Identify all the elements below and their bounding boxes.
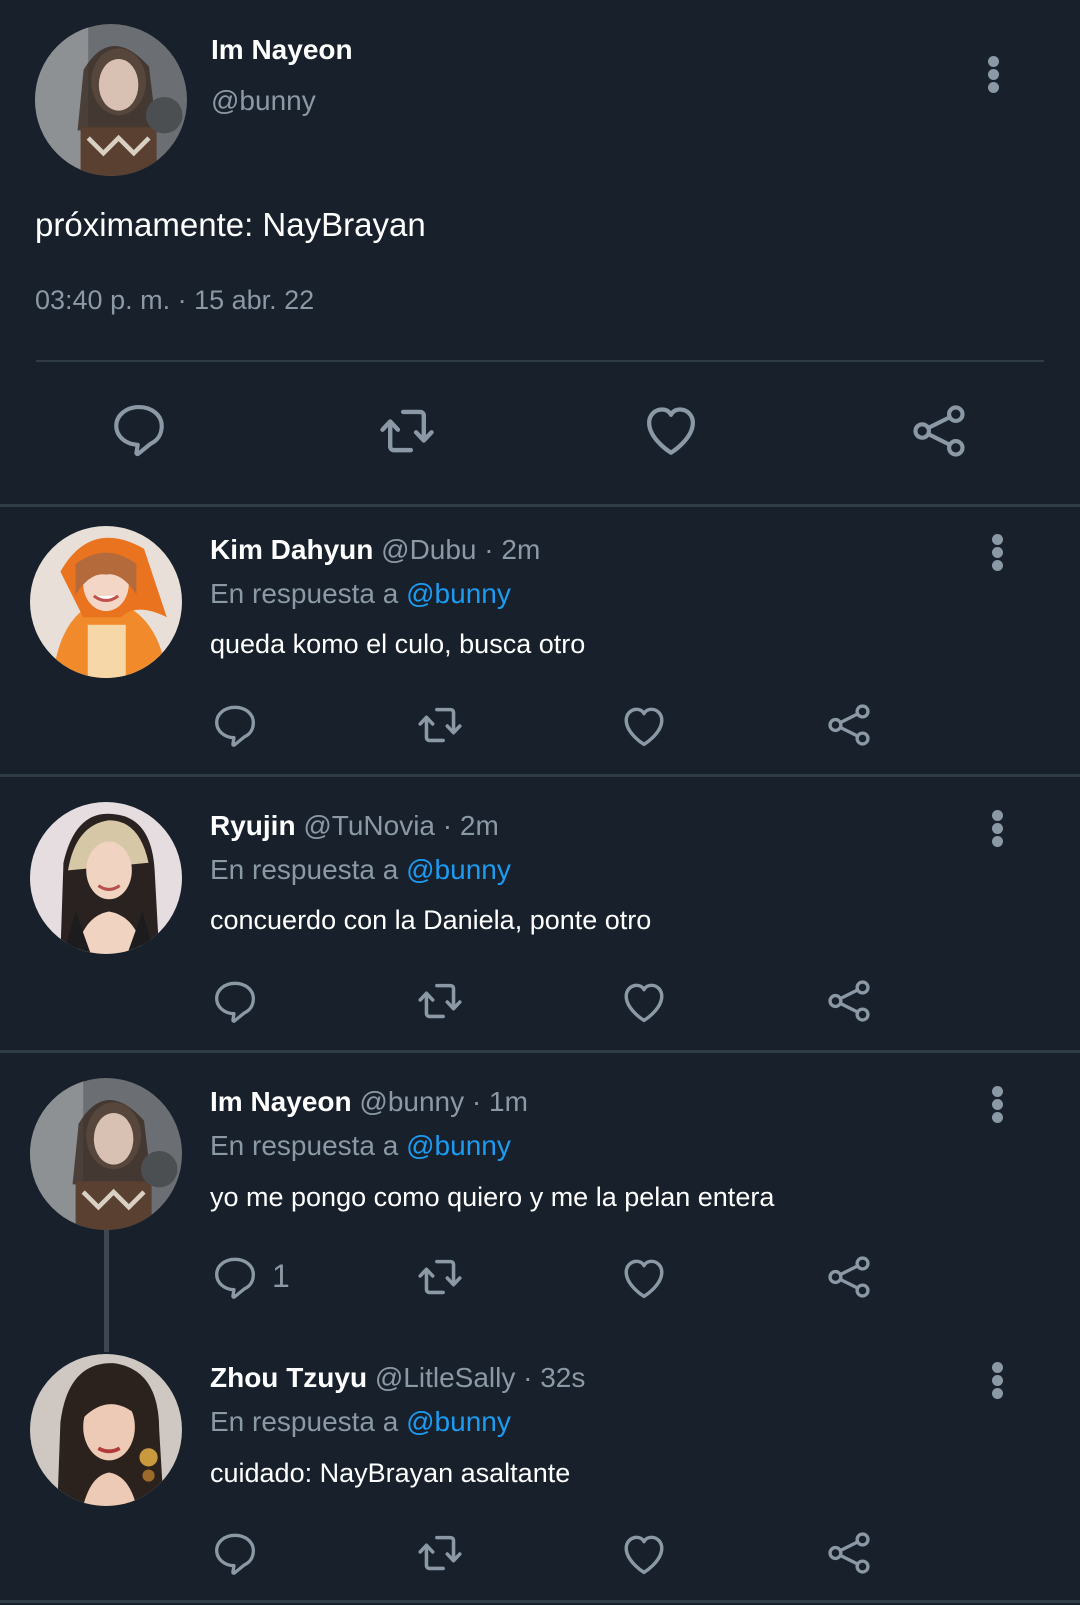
retweet-icon[interactable] (412, 976, 468, 1026)
more-vertical-icon[interactable] (978, 1354, 1018, 1410)
author-name[interactable]: Kim Dahyun (210, 534, 373, 565)
heart-icon[interactable] (639, 398, 703, 462)
more-vertical-icon[interactable] (978, 1078, 1018, 1134)
reply-context-label: En respuesta a (210, 578, 399, 609)
share-icon[interactable] (824, 1252, 874, 1302)
author-name[interactable]: Zhou Tzuyu (210, 1362, 367, 1393)
reply-mention-link[interactable]: @bunny (406, 1130, 511, 1161)
author-name[interactable]: Im Nayeon (211, 34, 353, 66)
tweet-text: próximamente: NayBrayan (35, 206, 426, 243)
divider (0, 1600, 1080, 1603)
heart-icon[interactable] (618, 700, 670, 752)
tweet-timestamp: 03:40 p. m. · 15 abr. 22 (35, 285, 315, 315)
reply-text: concuerdo con la Daniela, ponte otro (210, 905, 652, 935)
avatar[interactable] (30, 526, 182, 678)
reply-icon[interactable] (108, 398, 170, 460)
author-handle[interactable]: @LitleSally (375, 1362, 515, 1393)
more-vertical-icon[interactable] (978, 526, 1018, 582)
thread-line (104, 1230, 109, 1352)
heart-icon[interactable] (618, 976, 670, 1028)
heart-icon[interactable] (618, 1252, 670, 1304)
reply-context-label: En respuesta a (210, 854, 399, 885)
share-icon[interactable] (908, 400, 970, 462)
divider (0, 1050, 1080, 1053)
share-icon[interactable] (824, 976, 874, 1026)
divider (36, 360, 1044, 362)
author-name[interactable]: Ryujin (210, 810, 296, 841)
more-vertical-icon[interactable] (978, 802, 1018, 858)
divider (0, 504, 1080, 507)
reply-text: yo me pongo como quiero y me la pelan en… (210, 1182, 775, 1212)
share-icon[interactable] (824, 700, 874, 750)
retweet-icon[interactable] (412, 1252, 468, 1302)
author-handle[interactable]: @TuNovia (303, 810, 435, 841)
avatar[interactable] (35, 24, 187, 176)
reply-icon[interactable] (210, 1528, 260, 1578)
reply-mention-link[interactable]: @bunny (406, 1406, 511, 1437)
reply-context-label: En respuesta a (210, 1406, 399, 1437)
reply-text: cuidado: NayBrayan asaltante (210, 1458, 571, 1488)
author-handle[interactable]: @bunny (359, 1086, 464, 1117)
heart-icon[interactable] (618, 1528, 670, 1580)
avatar[interactable] (30, 1078, 182, 1230)
reply-mention-link[interactable]: @bunny (406, 578, 511, 609)
reply-time: · 2m (442, 810, 499, 841)
reply-mention-link[interactable]: @bunny (406, 854, 511, 885)
reply-count: 1 (272, 1258, 290, 1294)
reply-time: · 2m (484, 534, 541, 565)
retweet-icon[interactable] (374, 400, 440, 462)
more-vertical-icon[interactable] (974, 46, 1014, 102)
avatar[interactable] (30, 1354, 182, 1506)
reply-icon[interactable] (210, 976, 260, 1026)
author-handle[interactable]: @bunny (211, 85, 316, 117)
retweet-icon[interactable] (412, 1528, 468, 1578)
reply-time: · 32s (523, 1362, 586, 1393)
share-icon[interactable] (824, 1528, 874, 1578)
author-handle[interactable]: @Dubu (381, 534, 476, 565)
retweet-icon[interactable] (412, 700, 468, 750)
reply-time: · 1m (471, 1086, 528, 1117)
reply-text: queda komo el culo, busca otro (210, 629, 586, 659)
avatar[interactable] (30, 802, 182, 954)
reply-icon[interactable] (210, 700, 260, 750)
reply-context-label: En respuesta a (210, 1130, 399, 1161)
author-name[interactable]: Im Nayeon (210, 1086, 352, 1117)
divider (0, 774, 1080, 777)
reply-icon[interactable] (210, 1252, 260, 1302)
